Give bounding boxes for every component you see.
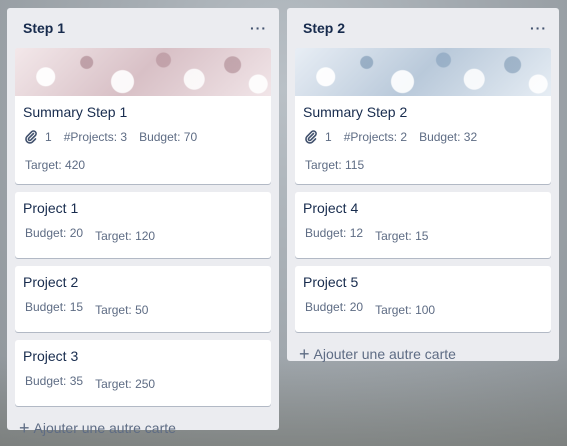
attachment-count: 1 xyxy=(325,130,332,144)
list-title[interactable]: Step 1 xyxy=(23,20,65,36)
add-card-button[interactable]: + Ajouter une autre carte xyxy=(15,414,271,442)
attachment-count: 1 xyxy=(45,130,52,144)
card-title: Project 2 xyxy=(23,274,79,290)
paperclip-icon xyxy=(25,130,37,144)
card-cover-image xyxy=(295,48,551,96)
add-card-button[interactable]: + Ajouter une autre carte xyxy=(295,340,551,368)
list-title[interactable]: Step 2 xyxy=(303,20,345,36)
target-badge: Target: 15 xyxy=(375,229,429,243)
list-menu-button[interactable]: ··· xyxy=(530,20,547,36)
target-badge: Target: 420 xyxy=(25,158,86,172)
target-badge: Target: 120 xyxy=(95,229,156,243)
summary-card[interactable]: Summary Step 2 1 #Projects: 2 Budget: 32… xyxy=(295,48,551,184)
budget-badge: Budget: 20 xyxy=(25,226,84,240)
add-card-label: Ajouter une autre carte xyxy=(33,420,176,436)
card-badges: Budget: 20 Target: 100 xyxy=(303,298,543,324)
card-body: Summary Step 2 1 #Projects: 2 Budget: 32… xyxy=(295,96,551,184)
attachment-badge: 1 xyxy=(305,128,332,146)
card-title: Project 4 xyxy=(303,200,359,216)
budget-badge: Budget: 20 xyxy=(305,300,364,314)
card-cover-image xyxy=(15,48,271,96)
plus-icon: + xyxy=(299,344,310,364)
card-title: Project 5 xyxy=(303,274,359,290)
summary-card[interactable]: Summary Step 1 1 #Projects: 3 Budget: 70… xyxy=(15,48,271,184)
target-badge: Target: 250 xyxy=(95,377,156,391)
project-card[interactable]: Project 3 Budget: 35 Target: 250 xyxy=(15,340,271,406)
attachment-badge: 1 xyxy=(25,128,52,146)
projects-badge: #Projects: 3 xyxy=(63,130,128,144)
card-title: Summary Step 1 xyxy=(23,104,128,120)
card-body: Project 5 Budget: 20 Target: 100 xyxy=(295,266,551,332)
list-step-1: Step 1 ··· Summary Step 1 1 #Projects: 3… xyxy=(7,8,279,437)
list-header: Step 2 ··· xyxy=(295,8,551,48)
card-body: Project 1 Budget: 20 Target: 120 xyxy=(15,192,271,258)
card-badges: Budget: 12 Target: 15 xyxy=(303,224,543,250)
target-badge: Target: 115 xyxy=(305,158,365,172)
card-badges: 1 #Projects: 3 Budget: 70 Target: 420 xyxy=(23,128,263,176)
card-title: Project 1 xyxy=(23,200,79,216)
target-badge: Target: 100 xyxy=(375,303,436,317)
card-body: Project 3 Budget: 35 Target: 250 xyxy=(15,340,271,406)
card-badges: 1 #Projects: 2 Budget: 32 Target: 115 xyxy=(303,128,543,176)
list-menu-button[interactable]: ··· xyxy=(250,20,267,36)
target-badge: Target: 50 xyxy=(95,303,149,317)
board: Step 1 ··· Summary Step 1 1 #Projects: 3… xyxy=(7,8,567,446)
projects-badge: #Projects: 2 xyxy=(343,130,408,144)
budget-badge: Budget: 12 xyxy=(305,226,364,240)
card-badges: Budget: 20 Target: 120 xyxy=(23,224,263,250)
project-card[interactable]: Project 4 Budget: 12 Target: 15 xyxy=(295,192,551,258)
budget-badge: Budget: 70 xyxy=(139,130,198,144)
list-header: Step 1 ··· xyxy=(15,8,271,48)
card-body: Project 4 Budget: 12 Target: 15 xyxy=(295,192,551,258)
card-badges: Budget: 15 Target: 50 xyxy=(23,298,263,324)
plus-icon: + xyxy=(19,418,30,438)
card-title: Summary Step 2 xyxy=(303,104,408,120)
paperclip-icon xyxy=(305,130,317,144)
budget-badge: Budget: 32 xyxy=(419,130,478,144)
add-card-label: Ajouter une autre carte xyxy=(313,346,456,362)
budget-badge: Budget: 35 xyxy=(25,374,84,388)
card-body: Project 2 Budget: 15 Target: 50 xyxy=(15,266,271,332)
budget-badge: Budget: 15 xyxy=(25,300,84,314)
project-card[interactable]: Project 2 Budget: 15 Target: 50 xyxy=(15,266,271,332)
project-card[interactable]: Project 5 Budget: 20 Target: 100 xyxy=(295,266,551,332)
list-step-2: Step 2 ··· Summary Step 2 1 #Projects: 2… xyxy=(287,8,559,363)
card-title: Project 3 xyxy=(23,348,79,364)
card-body: Summary Step 1 1 #Projects: 3 Budget: 70… xyxy=(15,96,271,184)
project-card[interactable]: Project 1 Budget: 20 Target: 120 xyxy=(15,192,271,258)
card-badges: Budget: 35 Target: 250 xyxy=(23,372,263,398)
